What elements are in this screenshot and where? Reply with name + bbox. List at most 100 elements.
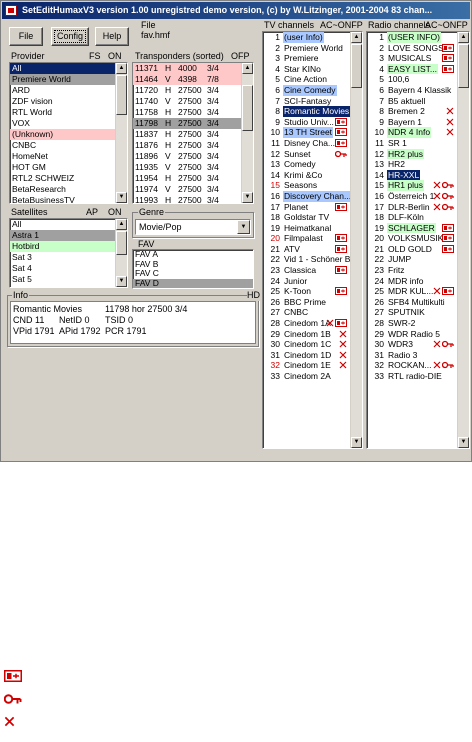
radio-channel-row[interactable]: 20 VOLKSMUSIK [367,233,457,244]
radio-channel-row[interactable]: 18 DLF-Köln [367,212,457,223]
provider-item[interactable]: ZDF vision [10,96,115,107]
provider-item[interactable]: RTL2 SCHWEIZ [10,173,115,184]
title-bar[interactable]: SetEditHumaxV3 version 1.00 unregistred … [2,2,470,19]
tv-channel-row[interactable]: 18 Goldstar TV [263,212,350,223]
radio-channel-row[interactable]: 32 ROCKAN... [367,360,457,371]
provider-item[interactable]: VOX [10,118,115,129]
tv-channel-row[interactable]: 17 Planet [263,202,350,213]
satellites-scrollbar[interactable]: ▲ ▼ [115,219,127,287]
scroll-down-arrow[interactable]: ▼ [458,437,469,448]
scroll-thumb[interactable] [242,85,253,131]
radio-channel-row[interactable]: 9 Bayern 1 [367,117,457,128]
tv-scrollbar[interactable]: ▲ ▼ [350,32,362,448]
tv-channel-row[interactable]: 2 Premiere World [263,43,350,54]
transponders-list[interactable]: 11371 H 4000 3/4 11464 V 4398 7/8 11720 H 27500 3/4… [132,62,254,204]
radio-channel-row[interactable]: 15 HR1 plus [367,180,457,191]
tv-channel-row[interactable]: 31 Cinedom 1D [263,350,350,361]
transponder-row[interactable]: 11371 H 4000 3/4 [133,63,241,74]
tv-channel-row[interactable]: 28 Cinedom 1A [263,318,350,329]
tv-channel-row[interactable]: 30 Cinedom 1C [263,339,350,350]
scroll-down-arrow[interactable]: ▼ [351,437,362,448]
tv-channel-row[interactable]: 23 Classica [263,265,350,276]
tv-channel-row[interactable]: 29 Cinedom 1B [263,329,350,340]
radio-channel-row[interactable]: 29 WDR Radio 5 [367,329,457,340]
tv-channel-row[interactable]: 14 Krimi &Co [263,170,350,181]
radio-channel-row[interactable]: 7 B5 aktuell [367,96,457,107]
tv-channel-row[interactable]: 26 BBC Prime [263,297,350,308]
provider-item[interactable]: RTL World [10,107,115,118]
satellite-item[interactable]: Sat 4 [10,263,115,274]
scroll-thumb[interactable] [116,231,127,255]
fav-item[interactable]: FAV A [133,250,253,260]
transponder-row[interactable]: 11896 V 27500 3/4 [133,151,241,162]
transponder-row[interactable]: 11993 H 27500 3/4 [133,195,241,203]
transponders-scrollbar[interactable]: ▲ ▼ [241,63,253,203]
radio-channel-row[interactable]: 23 Fritz [367,265,457,276]
transponder-row[interactable]: 11740 V 27500 3/4 [133,96,241,107]
radio-channel-row[interactable]: 3 MUSICALS [367,53,457,64]
tv-channel-row[interactable]: 27 CNBC [263,307,350,318]
radio-channel-row[interactable]: 11 SR 1 [367,138,457,149]
provider-item[interactable]: (Unknown) [10,129,115,140]
help-button[interactable]: Help [95,27,129,46]
radio-channel-row[interactable]: 33 RTL radio-DIE [367,371,457,382]
radio-channel-row[interactable]: 6 Bayern 4 Klassik [367,85,457,96]
radio-channel-row[interactable]: 31 Radio 3 [367,350,457,361]
tv-channel-row[interactable]: 3 Premiere [263,53,350,64]
provider-item[interactable]: HomeNet [10,151,115,162]
radio-channel-row[interactable]: 5 100,6 [367,74,457,85]
radio-channel-row[interactable]: 8 Bremen 2 [367,106,457,117]
satellite-item[interactable]: Sat 3 [10,252,115,263]
radio-channel-row[interactable]: 21 OLD GOLD [367,244,457,255]
provider-item[interactable]: Premiere World [10,74,115,85]
radio-channel-row[interactable]: 2 LOVE SONGS [367,43,457,54]
radio-scrollbar[interactable]: ▲ ▼ [457,32,469,448]
tv-channel-row[interactable]: 15 Seasons [263,180,350,191]
tv-channel-row[interactable]: 25 K-Toon [263,286,350,297]
tv-channel-row[interactable]: 9 Studio Univ... [263,117,350,128]
provider-item[interactable]: BetaResearch [10,184,115,195]
transponder-row[interactable]: 11758 H 27500 3/4 [133,107,241,118]
tv-channel-row[interactable]: 16 Discovery Chan... [263,190,350,202]
scroll-up-arrow[interactable]: ▲ [458,32,469,43]
transponder-row[interactable]: 11876 H 27500 3/4 [133,140,241,151]
radio-channel-row[interactable]: 16 Österreich 1 [367,191,457,202]
scroll-up-arrow[interactable]: ▲ [116,63,127,74]
radio-channel-row[interactable]: 26 SFB4 Multikulti [367,297,457,308]
transponder-row[interactable]: 11974 V 27500 3/4 [133,184,241,195]
fav-list[interactable]: FAV A FAV B FAV C FAV D [132,249,254,289]
transponder-row[interactable]: 11954 H 27500 3/4 [133,173,241,184]
scroll-down-arrow[interactable]: ▼ [242,192,253,203]
radio-channel-list[interactable]: 1 (USER INFO) 2 LOVE SONGS 3 MUSICALS 4 EASY LI… [366,31,470,449]
transponder-row[interactable]: 11464 V 4398 7/8 [133,74,241,85]
config-button[interactable]: Config [51,27,89,46]
tv-channel-row[interactable]: 1 (user Info) [263,32,350,43]
scroll-thumb[interactable] [351,44,362,88]
tv-channel-row[interactable]: 6 Cine Comedy [263,84,350,96]
provider-item[interactable]: ARD [10,85,115,96]
radio-channel-row[interactable]: 4 EASY LIST... [367,63,457,75]
radio-channel-row[interactable]: 25 MDR KUL... [367,286,457,297]
provider-item[interactable]: HOT GM [10,162,115,173]
radio-channel-row[interactable]: 10 NDR 4 Info [367,127,457,138]
radio-channel-row[interactable]: 22 JUMP [367,254,457,265]
radio-channel-row[interactable]: 28 SWR-2 [367,318,457,329]
tv-channel-row[interactable]: 8 Romantic Movies [263,106,350,117]
radio-channel-row[interactable]: 27 SPUTNIK [367,307,457,318]
tv-channel-row[interactable]: 32 Cinedom 1E [263,360,350,371]
tv-channel-row[interactable]: 20 Filmpalast [263,233,350,244]
tv-channel-row[interactable]: 4 Star KINo [263,64,350,75]
tv-channel-row[interactable]: 33 Cinedom 2A [263,371,350,382]
scroll-down-arrow[interactable]: ▼ [116,192,127,203]
radio-channel-row[interactable]: 14 HR-XXL [367,169,457,181]
tv-channel-row[interactable]: 12 Sunset [263,149,350,160]
satellite-item[interactable]: Sat 6 [10,285,115,287]
scroll-thumb[interactable] [458,44,469,88]
scroll-down-arrow[interactable]: ▼ [116,276,127,287]
scroll-up-arrow[interactable]: ▲ [351,32,362,43]
fav-item[interactable]: FAV C [133,269,253,279]
transponder-row[interactable]: 11837 H 27500 3/4 [133,129,241,140]
chevron-down-icon[interactable]: ▼ [237,220,250,234]
tv-channel-row[interactable]: 10 13 TH Street [263,127,350,138]
tv-channel-list[interactable]: 1 (user Info) 2 Premiere World 3 Premiere 4 Sta… [262,31,363,449]
